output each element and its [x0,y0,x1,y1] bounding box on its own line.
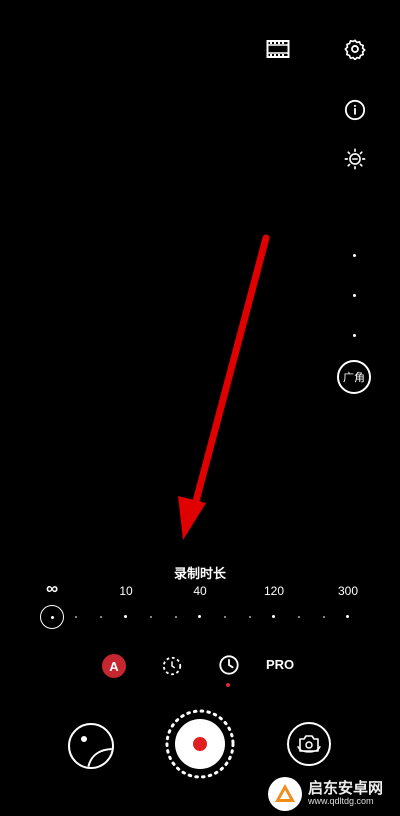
switch-camera-button[interactable] [287,722,331,766]
watermark-url: www.qdltdg.com [308,796,374,807]
watermark: 启东安卓网 www.qdltdg.com [268,775,400,813]
tick-label-120[interactable]: 120 [264,584,284,598]
timer-mode-icon[interactable] [217,653,241,677]
tick-dot [175,616,177,618]
duration-title: 录制时长 [173,566,226,581]
duration-slider-thumb[interactable] [40,605,64,629]
tick-label-infinite[interactable]: ∞ [46,579,58,599]
tick-dot [323,616,325,618]
pro-mode-button[interactable]: PRO [266,657,294,672]
selected-mode-indicator [226,683,230,687]
watermark-logo [268,777,302,811]
auto-mode-label: A [109,658,119,674]
tick-dot [150,616,152,618]
gallery-icon [81,736,112,767]
switch-camera-icon [297,735,321,753]
tick-label-10[interactable]: 10 [119,584,132,598]
tick-label-300[interactable]: 300 [338,584,358,598]
tick-dot [100,616,102,618]
tick-dot [346,615,349,618]
tick-dot [249,616,251,618]
tick-label-40[interactable]: 40 [193,584,206,598]
tick-dot [298,616,300,618]
tick-dot [224,616,226,618]
watermark-title: 启东安卓网 [308,780,384,798]
auto-mode-button[interactable]: A [102,654,126,678]
slowmo-mode-icon[interactable] [160,654,184,678]
gallery-thumbnail[interactable] [68,723,114,769]
record-button[interactable] [175,719,225,769]
tick-dot [75,616,77,618]
tick-dot [124,615,127,618]
annotation-arrow [178,234,270,540]
tick-dot [198,615,201,618]
tick-dot [272,615,275,618]
